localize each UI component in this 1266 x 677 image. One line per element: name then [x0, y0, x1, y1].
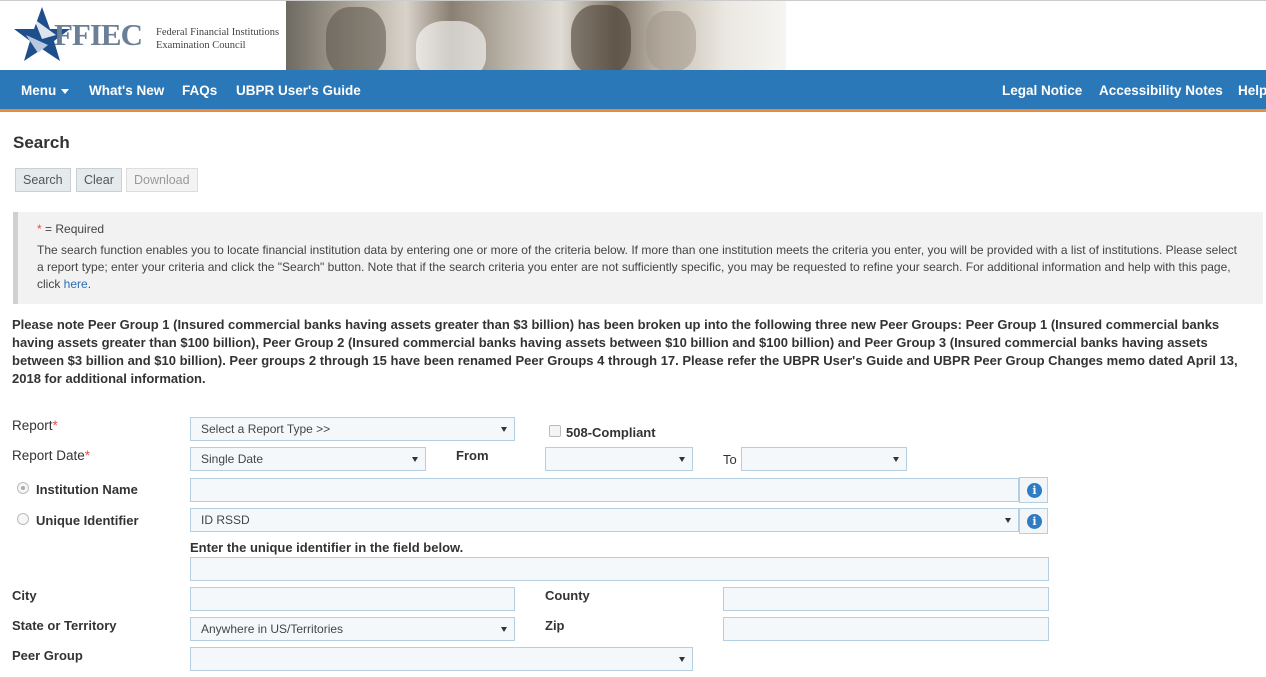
required-star: * [84, 448, 91, 463]
info-text-suffix: . [87, 277, 92, 291]
nav-user-guide[interactable]: UBPR User's Guide [236, 83, 361, 98]
dropdown-arrow-icon [412, 457, 418, 462]
required-text: = Required [41, 222, 105, 236]
city-input[interactable] [190, 587, 515, 611]
report-type-select[interactable]: Select a Report Type >> [190, 417, 515, 441]
org-name-line1: Federal Financial Institutions [156, 27, 280, 38]
institution-info-button[interactable]: i [1019, 477, 1048, 503]
notice-line: Please note Peer Group 1 (Insured commer… [12, 317, 1220, 332]
to-date-select[interactable] [741, 447, 907, 471]
ffiec-logo[interactable]: FFIEC Federal Financial Institutions Exa… [12, 5, 284, 63]
unique-identifier-hint: Enter the unique identifier in the field… [190, 540, 464, 555]
info-text-line3: click here. [37, 276, 1263, 293]
zip-input[interactable] [723, 617, 1049, 641]
state-select[interactable]: Anywhere in US/Territories [190, 617, 515, 641]
site-banner: FFIEC Federal Financial Institutions Exa… [0, 0, 1266, 70]
nav-accessibility[interactable]: Accessibility Notes [1099, 83, 1223, 98]
report-label-text: Report [12, 418, 53, 433]
508-compliant-label: 508-Compliant [566, 425, 656, 440]
report-label: Report* [12, 418, 58, 433]
county-input[interactable] [723, 587, 1049, 611]
dropdown-arrow-icon [679, 457, 685, 462]
unique-identifier-value: ID RSSD [201, 513, 250, 527]
caret-down-icon [61, 88, 70, 94]
nav-faqs[interactable]: FAQs [182, 83, 217, 98]
from-date-select[interactable] [545, 447, 693, 471]
clear-button[interactable]: Clear [76, 168, 122, 192]
page-title: Search [13, 133, 70, 152]
dropdown-arrow-icon [679, 657, 685, 662]
report-date-select[interactable]: Single Date [190, 447, 426, 471]
report-date-value: Single Date [201, 452, 264, 466]
institution-name-input[interactable] [190, 478, 1019, 502]
download-button[interactable]: Download [126, 168, 198, 192]
institution-name-label: Institution Name [36, 482, 138, 497]
zip-label: Zip [545, 618, 565, 633]
report-date-label-text: Report Date [12, 448, 85, 463]
dropdown-arrow-icon [1005, 518, 1011, 523]
notice-line: having assets greater than $100 billion)… [12, 335, 1208, 350]
nav-menu-dropdown[interactable]: Menu [21, 83, 70, 98]
search-button[interactable]: Search [15, 168, 71, 192]
state-label: State or Territory [12, 618, 117, 633]
unique-identifier-select[interactable]: ID RSSD [190, 508, 1019, 532]
nav-menu-label: Menu [21, 83, 57, 98]
nav-help[interactable]: Help [1238, 83, 1266, 98]
to-label: To [723, 452, 737, 467]
info-text-line2: a report type; enter your criteria and c… [37, 260, 1231, 274]
info-icon: i [1027, 514, 1042, 529]
info-text-prefix: click [37, 277, 64, 291]
required-legend: * = Required [37, 221, 1263, 238]
unique-identifier-input[interactable] [190, 557, 1049, 581]
info-panel: * = Required The search function enables… [13, 212, 1263, 304]
dropdown-arrow-icon [501, 627, 507, 632]
county-label: County [545, 588, 590, 603]
logo-wordmark: FFIEC [54, 17, 143, 52]
nav-legal-notice[interactable]: Legal Notice [1002, 83, 1082, 98]
notice-line: 2018 for additional information. [12, 371, 206, 386]
from-label: From [456, 448, 489, 463]
state-value: Anywhere in US/Territories [201, 622, 344, 636]
dropdown-arrow-icon [501, 427, 507, 432]
info-icon: i [1027, 483, 1042, 498]
required-star: * [52, 418, 58, 433]
report-date-label: Report Date* [12, 448, 90, 463]
peer-group-select[interactable] [190, 647, 693, 671]
notice-line: between $3 billion and $10 billion). Pee… [12, 353, 1238, 368]
help-link[interactable]: here [64, 277, 88, 291]
banner-photo [286, 1, 786, 70]
nav-whats-new[interactable]: What's New [89, 83, 164, 98]
dropdown-arrow-icon [893, 457, 899, 462]
org-name-line2: Examination Council [156, 40, 246, 51]
peer-group-notice: Please note Peer Group 1 (Insured commer… [12, 316, 1252, 388]
report-type-value: Select a Report Type >> [201, 422, 331, 436]
508-compliant-checkbox[interactable] [549, 425, 561, 437]
info-text-line1: The search function enables you to locat… [37, 243, 1237, 257]
main-navbar: Menu What's New FAQs UBPR User's Guide L… [0, 70, 1266, 112]
unique-identifier-label: Unique Identifier [36, 513, 139, 528]
unique-identifier-radio[interactable] [17, 513, 29, 525]
institution-name-radio[interactable] [17, 482, 29, 494]
peer-group-label: Peer Group [12, 648, 83, 663]
unique-identifier-info-button[interactable]: i [1019, 508, 1048, 534]
city-label: City [12, 588, 37, 603]
